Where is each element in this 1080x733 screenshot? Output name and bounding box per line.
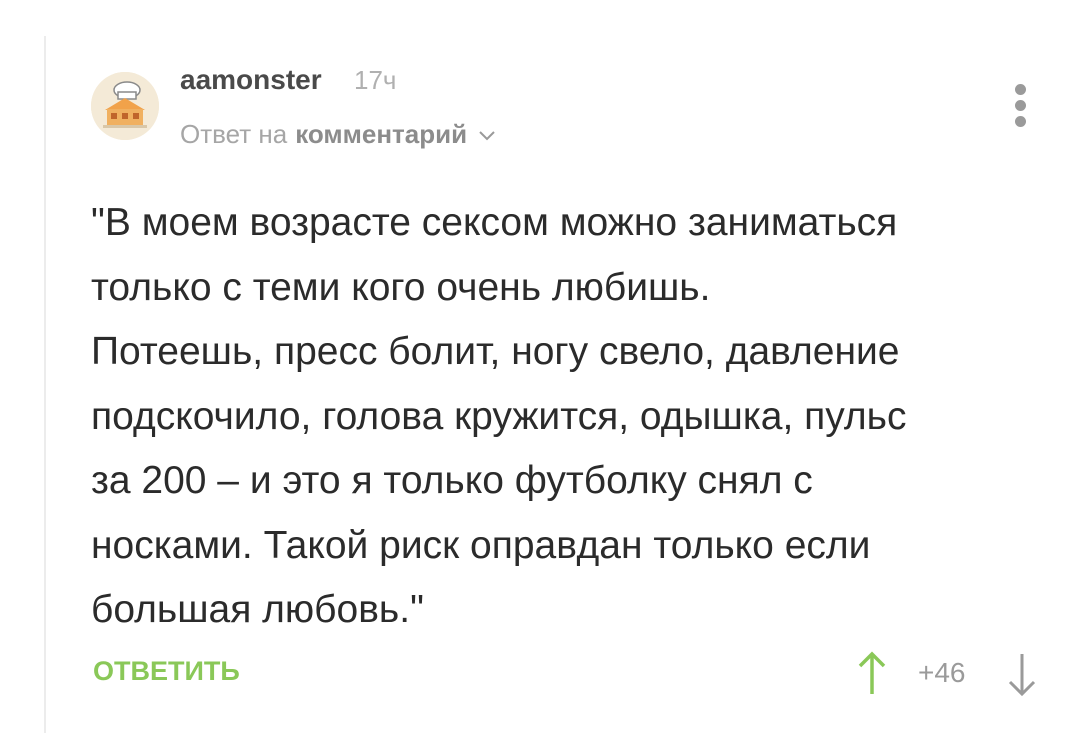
chevron-down-icon[interactable] bbox=[477, 119, 497, 150]
comment-author[interactable]: aamonster bbox=[180, 64, 322, 96]
more-vertical-icon[interactable] bbox=[1006, 84, 1036, 128]
reply-to-link[interactable]: комментарий bbox=[295, 119, 467, 150]
avatar[interactable] bbox=[91, 72, 159, 140]
rating-value: +46 bbox=[918, 657, 966, 688]
reply-to-info: Ответ на комментарий bbox=[180, 119, 497, 150]
thread-branch-line[interactable] bbox=[44, 36, 46, 733]
reply-button[interactable]: ОТВЕТИТЬ bbox=[93, 656, 240, 687]
comment-body: "В моем возрасте сексом можно заниматься… bbox=[91, 201, 907, 631]
arrow-up-icon[interactable] bbox=[852, 650, 892, 698]
comment-time: 17ч bbox=[354, 65, 397, 95]
comment-screen: aamonster 17ч Ответ на комментарий "В мо… bbox=[0, 0, 1080, 733]
avatar-image bbox=[91, 72, 159, 140]
reply-to-prefix: Ответ на bbox=[180, 119, 288, 149]
arrow-down-icon[interactable] bbox=[1002, 650, 1042, 698]
